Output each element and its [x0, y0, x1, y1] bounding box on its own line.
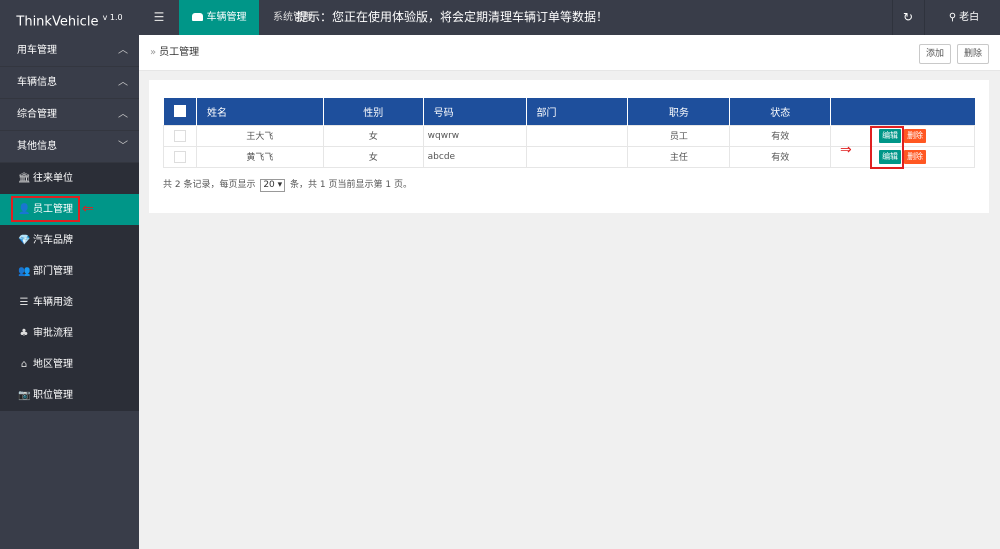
list-icon: ☰ — [19, 297, 29, 308]
logo-text: ThinkVehicle — [16, 14, 99, 30]
app-logo[interactable]: ThinkVehicle v 1.0 — [0, 0, 139, 35]
breadcrumb: » 员工管理 — [150, 35, 199, 71]
cell-gender: 女 — [322, 145, 424, 168]
sidebar-item-approval-flow[interactable]: ♣ 审批流程 — [0, 318, 139, 349]
divider — [892, 0, 893, 35]
tab-label: 车辆管理 — [206, 12, 247, 23]
table-header: 姓名 性别 号码 部门 职务 状态 — [163, 98, 975, 125]
column-header: 状态 — [729, 98, 832, 125]
sidebar-item-car-brands[interactable]: 💎 汽车品牌 — [0, 225, 139, 256]
cell-position: 主任 — [627, 145, 731, 168]
bank-icon: 🏛 — [18, 173, 31, 184]
item-label: 汽车品牌 — [33, 235, 73, 246]
double-chevron-icon: » — [150, 47, 157, 58]
notice-banner: 提示：您正在使用体验版，将会定期清理车辆订单等数据！ — [296, 10, 609, 24]
row-checkbox-cell — [163, 124, 197, 147]
item-label: 地区管理 — [33, 359, 73, 370]
pager-prefix: 共 2 条记录，每页显示 — [163, 180, 256, 190]
delete-button[interactable]: 删除 — [957, 44, 990, 64]
version-label: v 1.0 — [102, 13, 123, 22]
cell-number: wqwrw — [422, 124, 527, 147]
column-header: 姓名 — [196, 98, 324, 125]
annotation-arrow-icon: ⇐ — [82, 201, 94, 217]
sidebar-item-partners[interactable]: 🏛 往来单位 — [0, 163, 139, 194]
cell-number: abcde — [422, 145, 527, 168]
table-row: 黄飞飞 女 abcde 主任 有效 编辑 删除 — [163, 145, 975, 168]
refresh-icon[interactable]: ↻ — [898, 0, 918, 35]
item-label: 职位管理 — [33, 390, 73, 401]
sidebar-group-other[interactable]: 其他信息 ﹀ — [0, 131, 139, 163]
chevron-up-icon: ︿ — [118, 77, 128, 88]
annotation-box — [11, 196, 80, 222]
pager-suffix: 条，共 1 页当前显示第 1 页。 — [290, 180, 412, 190]
group-label: 综合管理 — [17, 109, 57, 120]
item-label: 往来单位 — [33, 173, 73, 184]
tab-vehicle-management[interactable]: 车辆管理 — [179, 0, 259, 35]
breadcrumb-bar: » 员工管理 添加 删除 — [139, 35, 1000, 71]
breadcrumb-current: 员工管理 — [159, 47, 200, 58]
column-header: 性别 — [323, 98, 424, 125]
user-name: 老白 — [959, 12, 980, 23]
cell-department — [525, 145, 629, 168]
chevron-up-icon: ︿ — [118, 45, 128, 56]
cell-name: 黄飞飞 — [195, 145, 324, 168]
column-header: 号码 — [423, 98, 527, 125]
cell-status: 有效 — [729, 124, 832, 147]
sidebar-item-vehicle-usage[interactable]: ☰ 车辆用途 — [0, 287, 139, 318]
user-icon: ⚲ — [948, 12, 957, 23]
page-size-select[interactable]: 20 ▾ — [260, 179, 286, 192]
car-icon — [191, 13, 203, 21]
pagination-info: 共 2 条记录，每页显示 20 ▾ 条，共 1 页当前显示第 1 页。 — [163, 178, 412, 192]
column-header: 职务 — [627, 98, 731, 125]
sidebar-item-positions[interactable]: 📷 职位管理 — [0, 380, 139, 411]
row-delete-button[interactable]: 删除 — [904, 149, 927, 164]
group-label: 其他信息 — [17, 141, 57, 152]
top-bar: ThinkVehicle v 1.0 ☰ 车辆管理 系统管理 提示：您正在使用体… — [0, 0, 1000, 35]
user-menu[interactable]: ⚲ 老白 — [928, 0, 1000, 35]
table-row: 王大飞 女 wqwrw 员工 有效 编辑 删除 — [163, 124, 975, 147]
row-checkbox[interactable] — [173, 129, 186, 142]
group-label: 车辆信息 — [17, 77, 57, 88]
sidebar-group-car-use[interactable]: 用车管理 ︿ — [0, 35, 139, 67]
chevron-up-icon: ︿ — [118, 109, 128, 120]
row-checkbox-cell — [163, 145, 197, 168]
header-checkbox-cell — [163, 98, 197, 125]
column-header-actions — [831, 98, 975, 125]
sidebar-group-vehicle-info[interactable]: 车辆信息 ︿ — [0, 67, 139, 99]
club-icon: ♣ — [19, 328, 29, 339]
add-button[interactable]: 添加 — [919, 44, 952, 64]
annotation-arrow-icon: ⇒ — [840, 142, 852, 158]
sidebar-item-regions[interactable]: ⌂ 地区管理 — [0, 349, 139, 380]
item-label: 审批流程 — [33, 328, 73, 339]
annotation-box — [870, 126, 904, 169]
diamond-icon: 💎 — [18, 235, 31, 246]
item-label: 部门管理 — [33, 266, 73, 277]
row-checkbox[interactable] — [173, 150, 186, 163]
content-panel: 姓名 性别 号码 部门 职务 状态 王大飞 女 wqwrw 员工 有效 编辑 删除 — [149, 80, 989, 213]
sidebar-item-departments[interactable]: 👥 部门管理 — [0, 256, 139, 287]
employee-table: 姓名 性别 号码 部门 职务 状态 王大飞 女 wqwrw 员工 有效 编辑 删除 — [163, 98, 975, 168]
cell-gender: 女 — [322, 124, 424, 147]
users-icon: 👥 — [18, 266, 31, 277]
select-all-checkbox[interactable] — [173, 105, 186, 118]
cell-status: 有效 — [729, 145, 832, 168]
chevron-down-icon: ﹀ — [118, 141, 128, 152]
item-label: 车辆用途 — [33, 297, 73, 308]
cell-position: 员工 — [627, 124, 731, 147]
sidebar-group-general[interactable]: 综合管理 ︿ — [0, 99, 139, 131]
cell-department — [525, 124, 629, 147]
group-label: 用车管理 — [17, 45, 57, 56]
sidebar: 用车管理 ︿ 车辆信息 ︿ 综合管理 ︿ 其他信息 ﹀ 🏛 往来单位 👤 员工管理 … — [0, 35, 139, 549]
menu-toggle-icon[interactable]: ☰ — [140, 0, 178, 35]
row-delete-button[interactable]: 删除 — [904, 128, 927, 143]
home-icon: ⌂ — [20, 359, 28, 370]
divider — [924, 0, 925, 35]
cell-name: 王大飞 — [195, 124, 324, 147]
column-header: 部门 — [526, 98, 629, 125]
camera-icon: 📷 — [18, 390, 31, 401]
